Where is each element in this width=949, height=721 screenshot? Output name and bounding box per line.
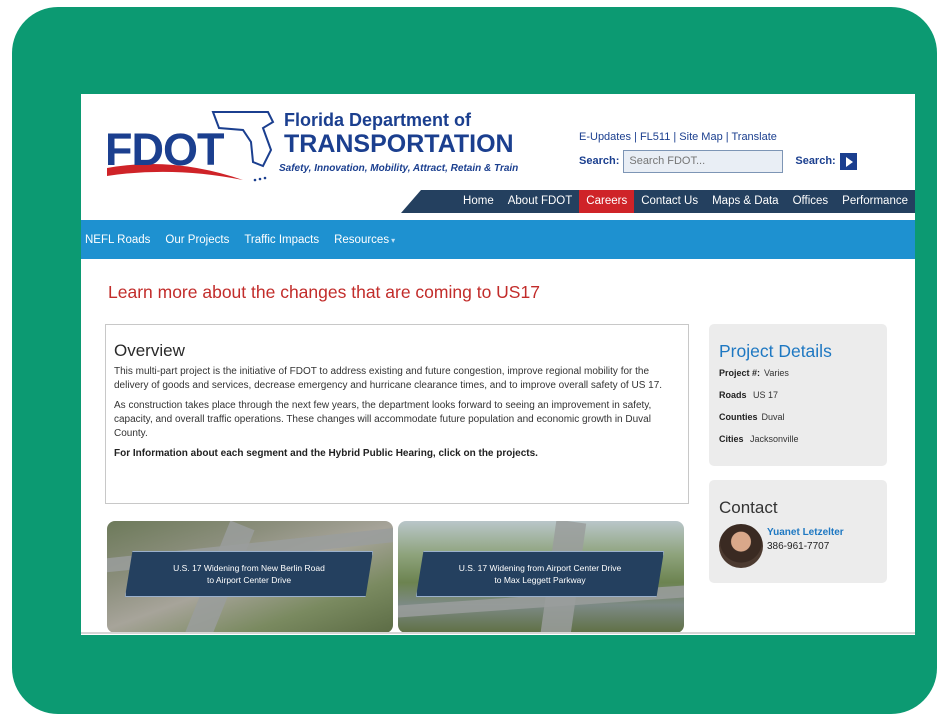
page-headline: Learn more about the changes that are co… bbox=[108, 282, 540, 302]
detail-project-number: Project #: Varies bbox=[719, 368, 877, 378]
detail-counties: Counties Duval bbox=[719, 412, 877, 422]
detail-project-label: Project #: bbox=[719, 368, 761, 378]
org-name-line1: Florida Department of bbox=[284, 110, 472, 130]
nav-contact-us[interactable]: Contact Us bbox=[634, 190, 705, 213]
overview-paragraph-3: For Information about each segment and t… bbox=[114, 448, 538, 459]
fdot-logo[interactable]: FDOT Florida Department of TRANSPORTATIO… bbox=[103, 106, 523, 186]
project-details-title: Project Details bbox=[719, 341, 832, 361]
project-details-panel: Project Details Project #: Varies Roads U… bbox=[709, 324, 887, 466]
chevron-down-icon: ▾ bbox=[391, 235, 396, 245]
search-arrow-icon[interactable] bbox=[839, 152, 857, 170]
nav-offices[interactable]: Offices bbox=[786, 190, 836, 213]
nav-about-fdot[interactable]: About FDOT bbox=[501, 190, 580, 213]
avatar bbox=[719, 524, 763, 568]
overview-paragraph-2: As construction takes place through the … bbox=[114, 400, 652, 439]
nav-performance[interactable]: Performance bbox=[835, 190, 915, 213]
detail-roads: Roads US 17 bbox=[719, 390, 877, 400]
contact-panel: Contact Yuanet Letzelter 386-961-7707 bbox=[709, 480, 887, 583]
search-button-label: Search: bbox=[795, 155, 836, 167]
contact-title: Contact bbox=[719, 498, 778, 517]
search-input[interactable] bbox=[623, 149, 784, 173]
org-name-line2: TRANSPORTATION bbox=[284, 130, 514, 158]
webpage: FDOT Florida Department of TRANSPORTATIO… bbox=[81, 94, 915, 635]
nav-maps-data[interactable]: Maps & Data bbox=[705, 190, 785, 213]
detail-counties-value: Duval bbox=[761, 412, 785, 422]
overview-title: Overview bbox=[114, 341, 185, 360]
subnav-resources[interactable]: Resources ▾ bbox=[334, 234, 395, 246]
overview-panel: Overview This multi-part project is the … bbox=[105, 324, 689, 504]
background-frame: FDOT Florida Department of TRANSPORTATIO… bbox=[12, 7, 937, 714]
project-card-1-line1: U.S. 17 Widening from New Berlin Road bbox=[173, 563, 325, 573]
detail-roads-label: Roads bbox=[719, 390, 747, 400]
logo-wordmark: FDOT bbox=[105, 124, 224, 175]
search-bar: Search: Search: bbox=[579, 149, 857, 173]
detail-project-value: Varies bbox=[764, 368, 789, 378]
detail-cities: Cities Jacksonville bbox=[719, 434, 877, 444]
project-cards: U.S. 17 Widening from New Berlin Road to… bbox=[107, 521, 687, 633]
project-card-2-line1: U.S. 17 Widening from Airport Center Dri… bbox=[458, 563, 622, 573]
contact-phone: 386-961-7707 bbox=[767, 541, 830, 552]
main-nav: Home About FDOT Careers Contact Us Maps … bbox=[401, 190, 915, 213]
divider bbox=[81, 632, 915, 634]
subnav-nefl-roads[interactable]: NEFL Roads bbox=[85, 234, 150, 246]
detail-cities-value: Jacksonville bbox=[750, 434, 799, 444]
nav-home[interactable]: Home bbox=[456, 190, 501, 213]
detail-roads-value: US 17 bbox=[753, 390, 779, 400]
project-card-2-banner: U.S. 17 Widening from Airport Center Dri… bbox=[416, 551, 664, 597]
nav-careers[interactable]: Careers bbox=[579, 190, 635, 213]
subnav-traffic-impacts[interactable]: Traffic Impacts bbox=[244, 234, 319, 246]
org-tagline: Safety, Innovation, Mobility, Attract, R… bbox=[279, 163, 519, 174]
subnav-resources-label: Resources bbox=[334, 233, 390, 246]
detail-cities-label: Cities bbox=[719, 434, 744, 444]
detail-counties-label: Counties bbox=[719, 412, 758, 422]
project-card-2[interactable]: U.S. 17 Widening from Airport Center Dri… bbox=[398, 521, 684, 633]
sub-nav: NEFL Roads Our Projects Traffic Impacts … bbox=[81, 220, 915, 259]
search-label: Search: bbox=[579, 155, 620, 167]
project-card-1[interactable]: U.S. 17 Widening from New Berlin Road to… bbox=[107, 521, 393, 633]
project-card-2-line2: to Max Leggett Parkway bbox=[494, 575, 586, 585]
overview-paragraph-1: This multi-part project is the initiativ… bbox=[114, 366, 663, 391]
project-card-1-line2: to Airport Center Drive bbox=[206, 575, 292, 585]
project-card-1-banner: U.S. 17 Widening from New Berlin Road to… bbox=[125, 551, 373, 597]
utility-links[interactable]: E-Updates | FL511 | Site Map | Translate bbox=[579, 131, 777, 143]
subnav-our-projects[interactable]: Our Projects bbox=[165, 234, 229, 246]
contact-name-link[interactable]: Yuanet Letzelter bbox=[767, 527, 844, 538]
